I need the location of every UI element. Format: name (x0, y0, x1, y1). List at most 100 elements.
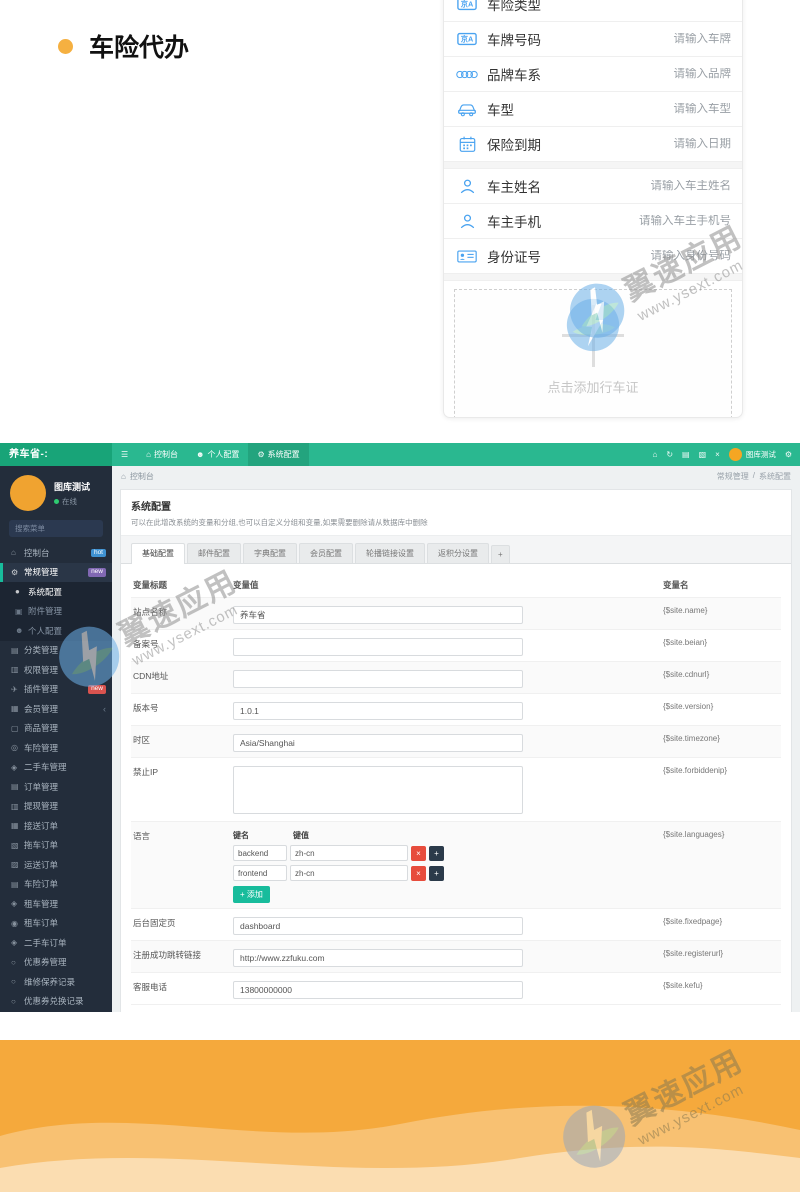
user-menu-button[interactable]: 图库测试 (729, 448, 776, 461)
hamburger-icon: ☰ (121, 443, 128, 466)
field-label: 品牌车系 (487, 64, 541, 84)
sidebar-item-goods[interactable]: ▢商品管理 (0, 719, 112, 739)
timezone-input[interactable] (233, 734, 523, 752)
tab-member-config[interactable]: 会员配置 (299, 543, 353, 563)
tab-dictionary-config[interactable]: 字典配置 (243, 543, 297, 563)
sidebar-item-auth[interactable]: ▥权限管理 (0, 660, 112, 680)
topnav-profile[interactable]: ☻ 个人配置 (187, 443, 248, 466)
variable-name: {$site.timezone} (661, 731, 781, 743)
insurance-expiry-input[interactable] (541, 138, 731, 150)
sidebar-item-withdraw[interactable]: ▥提现管理 (0, 797, 112, 817)
forbidden-ip-textarea[interactable] (233, 766, 523, 814)
field-label: 保险到期 (487, 134, 541, 154)
calendar-icon (455, 136, 479, 153)
car-model-input[interactable] (514, 103, 731, 115)
sidebar-item-insurance[interactable]: ◎车险管理 (0, 738, 112, 758)
form-row-insurance-expiry[interactable]: 保险到期 (444, 127, 742, 162)
form-row-owner-name[interactable]: 车主姓名 (444, 169, 742, 204)
sidebar-item-transport-orders[interactable]: ▨运送订单 (0, 855, 112, 875)
lang-value-input[interactable] (290, 845, 408, 861)
tab-mail-config[interactable]: 邮件配置 (187, 543, 241, 563)
close-tabs-icon[interactable]: × (715, 450, 720, 459)
clear-cache-icon[interactable]: ▤ (682, 450, 690, 459)
sidebar-search[interactable] (9, 520, 103, 537)
transport-order-icon: ▨ (11, 860, 24, 869)
column-header: 变量值 (231, 576, 531, 591)
tab-basic-config[interactable]: 基础配置 (131, 543, 185, 564)
sidebar-item-rental-orders[interactable]: ◉租车订单 (0, 914, 112, 934)
terminal-icon[interactable]: ▧ (699, 450, 707, 459)
cdn-url-input[interactable] (233, 670, 523, 688)
lang-key-input[interactable] (233, 845, 287, 861)
sidebar-item-general[interactable]: ⚙常规管理new (0, 563, 112, 583)
sidebar-item-usedcar-orders[interactable]: ◈二手车订单 (0, 933, 112, 953)
topnav-dashboard[interactable]: ⌂ 控制台 (137, 443, 187, 466)
remove-row-button[interactable]: × (411, 846, 426, 861)
fixed-page-input[interactable] (233, 917, 523, 935)
sidebar-item-rental[interactable]: ◈租车管理 (0, 894, 112, 914)
menu-toggle-button[interactable]: ☰ (112, 443, 137, 466)
brand-series-input[interactable] (541, 68, 731, 80)
car-icon: ◈ (11, 763, 24, 772)
site-name-input[interactable] (233, 606, 523, 624)
append-button[interactable]: + 添加 (233, 886, 270, 903)
avatar (10, 475, 46, 511)
sidebar-item-maintenance-records[interactable]: ○维修保养记录 (0, 972, 112, 992)
sidebar-item-usedcar[interactable]: ◈二手车管理 (0, 758, 112, 778)
section-heading: 车险代办 (58, 28, 189, 64)
home-icon[interactable]: ⌂ (652, 450, 657, 459)
sidebar-item-addons[interactable]: ✈插件管理new (0, 680, 112, 700)
lang-value-input[interactable] (290, 865, 408, 881)
owner-name-input[interactable] (541, 180, 731, 192)
form-row-owner-phone[interactable]: 车主手机 (444, 204, 742, 239)
brand-logo[interactable]: 养车省-: (0, 443, 112, 466)
id-number-input[interactable] (541, 250, 731, 262)
insurance-type-input[interactable] (541, 0, 731, 10)
license-plate-icon: 京A (455, 0, 479, 11)
tab-carousel-link-config[interactable]: 轮播链接设置 (355, 543, 425, 563)
sidebar-item-members[interactable]: ▦会员管理‹ (0, 699, 112, 719)
sidebar-item-attachments[interactable]: ▣附件管理 (0, 602, 112, 622)
sidebar-item-categories[interactable]: ▤分类管理 (0, 641, 112, 661)
remove-row-button[interactable]: × (411, 866, 426, 881)
lang-key-input[interactable] (233, 865, 287, 881)
plate-number-input[interactable] (541, 33, 731, 45)
sidebar-item-system-config[interactable]: ●系统配置 (0, 582, 112, 602)
sidebar-item-profile[interactable]: ☻个人配置 (0, 621, 112, 641)
upload-dropzone[interactable]: 点击添加行车证 (454, 289, 732, 418)
form-row-car-model[interactable]: 车型 (444, 92, 742, 127)
admin-topbar: 养车省-: ☰ ⌂ 控制台 ☻ 个人配置 ⚙ 系统配置 ⌂ ↻ ▤ ▧ × 图库… (0, 443, 800, 466)
add-row-button[interactable]: + (429, 846, 444, 861)
register-url-input[interactable] (233, 949, 523, 967)
form-row-id-number[interactable]: 身份证号 (444, 239, 742, 274)
form-row-plate-number[interactable]: 京A 车牌号码 (444, 22, 742, 57)
attachment-icon: ▣ (15, 607, 28, 616)
version-input[interactable] (233, 702, 523, 720)
topnav-system-config[interactable]: ⚙ 系统配置 (248, 443, 308, 466)
insurance-order-icon: ▤ (11, 880, 24, 889)
add-row-button[interactable]: + (429, 866, 444, 881)
user-icon (455, 213, 479, 230)
sidebar-item-dashboard[interactable]: ⌂控制台hot (0, 543, 112, 563)
pickup-order-icon: ▦ (11, 821, 24, 830)
home-icon: ⌂ (146, 443, 151, 466)
sidebar-item-orders[interactable]: ▤订单管理 (0, 777, 112, 797)
service-phone-input[interactable] (233, 981, 523, 999)
form-row-insurance-type[interactable]: 京A 车险类型 (444, 0, 742, 22)
form-row-brand-series[interactable]: 品牌车系 (444, 57, 742, 92)
search-input[interactable] (15, 524, 112, 533)
beian-input[interactable] (233, 638, 523, 656)
form-header-row: 变量标题 变量值 变量名 (131, 570, 781, 598)
sidebar-item-tow-orders[interactable]: ▧拖车订单 (0, 836, 112, 856)
refresh-icon[interactable]: ↻ (666, 450, 673, 459)
sidebar-item-pickup-orders[interactable]: ▦接送订单 (0, 816, 112, 836)
tab-points-config[interactable]: 返积分设置 (427, 543, 489, 563)
owner-phone-input[interactable] (541, 215, 731, 227)
panel-title: 系统配置 (131, 498, 781, 513)
sidebar-item-coupon-exchange-records[interactable]: ○优惠券兑换记录 (0, 992, 112, 1012)
sidebar-item-coupons[interactable]: ○优惠券管理 (0, 953, 112, 973)
settings-gear-icon[interactable]: ⚙ (785, 450, 792, 459)
sidebar-item-insurance-orders[interactable]: ▤车险订单 (0, 875, 112, 895)
tab-add-button[interactable]: + (491, 545, 510, 563)
hot-badge: hot (91, 549, 106, 558)
